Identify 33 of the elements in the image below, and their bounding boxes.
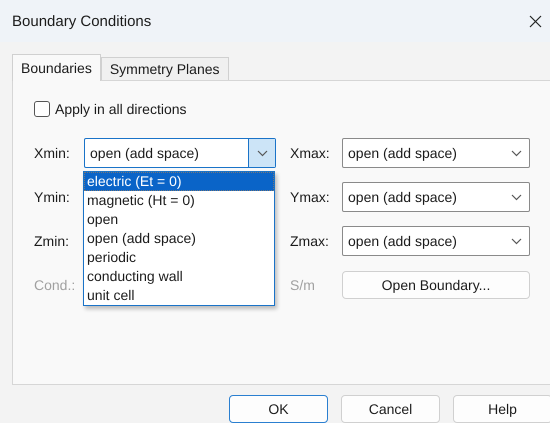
dropdown-option[interactable]: unit cell bbox=[84, 286, 274, 305]
dropdown-field[interactable]: open (add space) bbox=[84, 138, 276, 168]
open-boundary-button[interactable]: Open Boundary... bbox=[342, 271, 530, 299]
dropdown-option[interactable]: electric (Et = 0) bbox=[84, 172, 274, 191]
dropdown-option[interactable]: open bbox=[84, 210, 274, 229]
chevron-down-icon bbox=[510, 150, 522, 156]
unit-label: S/m bbox=[290, 277, 316, 293]
field-label: Ymin: bbox=[34, 189, 71, 205]
tab[interactable]: Symmetry Planes bbox=[100, 57, 229, 80]
dropdown-option[interactable]: open (add space) bbox=[84, 229, 274, 248]
dropdown-field[interactable]: open (add space) bbox=[342, 138, 530, 168]
chevron-down-icon bbox=[510, 238, 522, 244]
tab[interactable]: Boundaries bbox=[12, 54, 101, 81]
field-label: Ymax: bbox=[290, 189, 331, 205]
dropdown-option[interactable]: magnetic (Ht = 0) bbox=[84, 191, 274, 210]
field-label: Xmin: bbox=[34, 145, 71, 161]
chevron-down-icon bbox=[256, 150, 268, 156]
dropdown-option[interactable]: periodic bbox=[84, 248, 274, 267]
window-title: Boundary Conditions bbox=[12, 12, 152, 30]
close-icon[interactable] bbox=[529, 14, 542, 28]
field-label: Zmax: bbox=[290, 233, 330, 249]
chevron-down-icon bbox=[510, 194, 522, 200]
field-label: Cond.: bbox=[34, 277, 76, 293]
dialog-button[interactable]: Cancel bbox=[341, 395, 440, 423]
dialog-button[interactable]: OK bbox=[229, 395, 328, 423]
dropdown-field[interactable]: open (add space) bbox=[342, 226, 530, 256]
dialog-button[interactable]: Help bbox=[453, 395, 550, 423]
dropdown-option[interactable]: conducting wall bbox=[84, 267, 274, 286]
checkbox[interactable] bbox=[34, 101, 50, 117]
checkbox-label: Apply in all directions bbox=[55, 101, 187, 117]
dropdown-field[interactable]: open (add space) bbox=[342, 182, 530, 212]
field-label: Xmax: bbox=[290, 145, 331, 161]
field-label: Zmin: bbox=[34, 233, 70, 249]
